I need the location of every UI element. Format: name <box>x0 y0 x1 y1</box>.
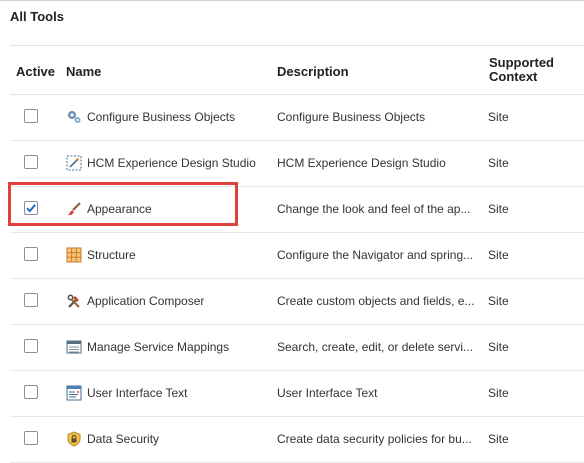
tool-name[interactable]: Manage Service Mappings <box>87 340 229 354</box>
tool-context: Site <box>488 156 509 170</box>
tool-name[interactable]: Application Composer <box>87 294 204 308</box>
active-checkbox[interactable] <box>24 385 38 399</box>
column-header-context[interactable]: Supported Context <box>489 56 569 84</box>
structure-grid-icon <box>66 247 82 263</box>
active-checkbox-checked[interactable] <box>24 201 38 215</box>
tool-description: Change the look and feel of the ap... <box>277 202 471 216</box>
column-header-description[interactable]: Description <box>277 64 349 79</box>
tool-description: Configure the Navigator and spring... <box>277 248 474 262</box>
active-checkbox[interactable] <box>24 247 38 261</box>
column-header-name[interactable]: Name <box>66 64 101 79</box>
paintbrush-icon <box>66 201 82 217</box>
tool-name[interactable]: Configure Business Objects <box>87 110 235 124</box>
table-row[interactable]: HCM Experience Design Studio HCM Experie… <box>10 141 584 187</box>
checkmark-icon <box>26 204 36 213</box>
table-row[interactable]: User Interface Text User Interface Text … <box>10 371 584 417</box>
column-header-context-line1: Supported <box>489 55 554 70</box>
active-checkbox[interactable] <box>24 293 38 307</box>
tool-name[interactable]: Structure <box>87 248 136 262</box>
tool-name[interactable]: Appearance <box>87 202 152 216</box>
table-header: Active Name Description Supported Contex… <box>10 45 584 95</box>
tool-description: Search, create, edit, or delete servi... <box>277 340 474 354</box>
active-checkbox[interactable] <box>24 155 38 169</box>
tool-context: Site <box>488 248 509 262</box>
tool-context: Site <box>488 340 509 354</box>
active-checkbox[interactable] <box>24 431 38 445</box>
tool-context: Site <box>488 386 509 400</box>
tool-name[interactable]: HCM Experience Design Studio <box>87 156 256 170</box>
tool-context: Site <box>488 202 509 216</box>
column-header-active[interactable]: Active <box>16 64 55 79</box>
gears-icon <box>66 109 82 125</box>
tool-context: Site <box>488 432 509 446</box>
column-header-context-line2: Context <box>489 69 538 84</box>
tool-description: Create custom objects and fields, e... <box>277 294 475 308</box>
tool-context: Site <box>488 294 509 308</box>
active-checkbox[interactable] <box>24 339 38 353</box>
tool-description: HCM Experience Design Studio <box>277 156 446 170</box>
ui-text-icon <box>66 385 82 401</box>
design-studio-icon <box>66 155 82 171</box>
table-row[interactable]: Structure Configure the Navigator and sp… <box>10 233 584 279</box>
tool-description: Create data security policies for bu... <box>277 432 472 446</box>
tool-context: Site <box>488 110 509 124</box>
table-row[interactable]: Configure Business Objects Configure Bus… <box>10 95 584 141</box>
tool-name[interactable]: Data Security <box>87 432 159 446</box>
active-checkbox[interactable] <box>24 109 38 123</box>
table-row[interactable]: Application Composer Create custom objec… <box>10 279 584 325</box>
tool-name[interactable]: User Interface Text <box>87 386 188 400</box>
tools-table: Active Name Description Supported Contex… <box>10 45 584 463</box>
service-mappings-icon <box>66 339 82 355</box>
tool-description: User Interface Text <box>277 386 378 400</box>
table-row[interactable]: Appearance Change the look and feel of t… <box>10 187 584 233</box>
tool-description: Configure Business Objects <box>277 110 426 124</box>
table-row[interactable]: Manage Service Mappings Search, create, … <box>10 325 584 371</box>
lock-shield-icon <box>66 431 82 447</box>
top-divider <box>0 0 584 1</box>
section-title: All Tools <box>10 9 64 24</box>
table-row[interactable]: Data Security Create data security polic… <box>10 417 584 463</box>
tools-icon <box>66 293 82 309</box>
